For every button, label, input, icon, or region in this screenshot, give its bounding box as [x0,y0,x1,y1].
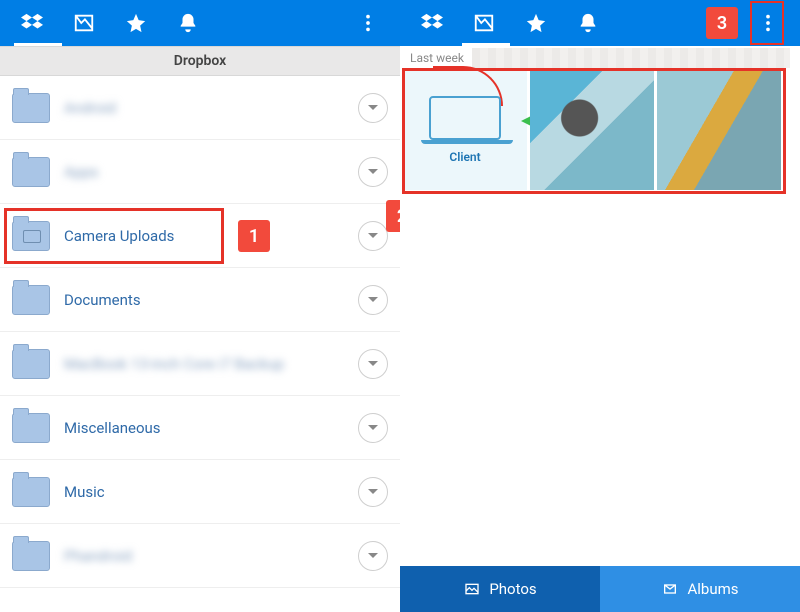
folder-list: Android Apps 2 Camera Uploads [0,76,400,612]
dropbox-icon[interactable] [6,0,58,46]
folder-label: Miscellaneous [64,419,161,437]
bell-icon[interactable] [162,0,214,46]
folder-icon [12,413,50,443]
row-overflow-button[interactable] [358,413,388,443]
section-header: Dropbox [0,46,400,76]
folder-label: Music [64,483,105,501]
folder-label: Android [64,99,116,117]
highlight-box [750,1,784,45]
folder-icon [12,541,50,571]
folder-icon [12,93,50,123]
folder-label: Phandroid [64,547,132,565]
folder-row[interactable]: Documents [0,268,400,332]
folder-icon [12,157,50,187]
left-screen: Dropbox Android Apps 2 [0,0,400,612]
step-badge-2: 2 [386,200,400,232]
folder-label: Apps [64,163,98,181]
thumbnail-client[interactable]: Client [403,70,527,190]
folder-label: MacBook 13-inch Core i7 Backup [64,355,284,373]
folder-icon [12,477,50,507]
row-overflow-button[interactable] [358,157,388,187]
bottom-tabs: Photos Albums [400,566,800,612]
tab-photos[interactable]: Photos [400,566,600,612]
folder-row[interactable]: Music [0,460,400,524]
row-overflow-button[interactable] [358,285,388,315]
folder-row[interactable]: Miscellaneous [0,396,400,460]
thumbnail-graffiti[interactable] [530,70,654,190]
folder-icon [12,221,50,251]
thumbnail-graffiti-2[interactable] [657,70,781,190]
row-overflow-button[interactable] [358,349,388,379]
folder-row[interactable]: Android [0,76,400,140]
tab-label: Photos [489,580,536,598]
row-overflow-button[interactable] [358,93,388,123]
row-overflow-button[interactable] [358,221,388,251]
section-title: Dropbox [174,53,227,69]
folder-row[interactable]: Apps 2 [0,140,400,204]
folder-icon [12,349,50,379]
faded-thumb-strip [472,48,790,68]
folder-row-camera-uploads[interactable]: Camera Uploads 1 [0,204,400,268]
thumbnail-label: Client [449,150,480,164]
folder-label: Camera Uploads [64,227,174,245]
folder-icon [12,285,50,315]
overflow-icon[interactable] [742,0,794,46]
star-icon[interactable] [510,0,562,46]
row-overflow-button[interactable] [358,541,388,571]
row-overflow-button[interactable] [358,477,388,507]
topbar-left [0,0,400,46]
folder-row[interactable]: MacBook 13-inch Core i7 Backup [0,332,400,396]
topbar-right: 3 [400,0,800,46]
step-badge-3: 3 [706,7,738,39]
thumbnail-row: Client [400,70,800,190]
date-header-label: Last week [410,51,464,65]
tab-label: Albums [687,580,738,598]
step-badge-1: 1 [238,220,270,252]
tab-albums[interactable]: Albums [600,566,800,612]
folder-label: Documents [64,291,141,309]
star-icon[interactable] [110,0,162,46]
laptop-icon [429,96,501,140]
bell-icon[interactable] [562,0,614,46]
folder-row[interactable]: Phandroid [0,524,400,588]
overflow-icon[interactable] [342,0,394,46]
photos-tab-icon[interactable] [458,0,510,46]
right-screen: 3 Last week Client [400,0,800,612]
photos-tab-icon[interactable] [58,0,110,46]
dropbox-icon[interactable] [406,0,458,46]
